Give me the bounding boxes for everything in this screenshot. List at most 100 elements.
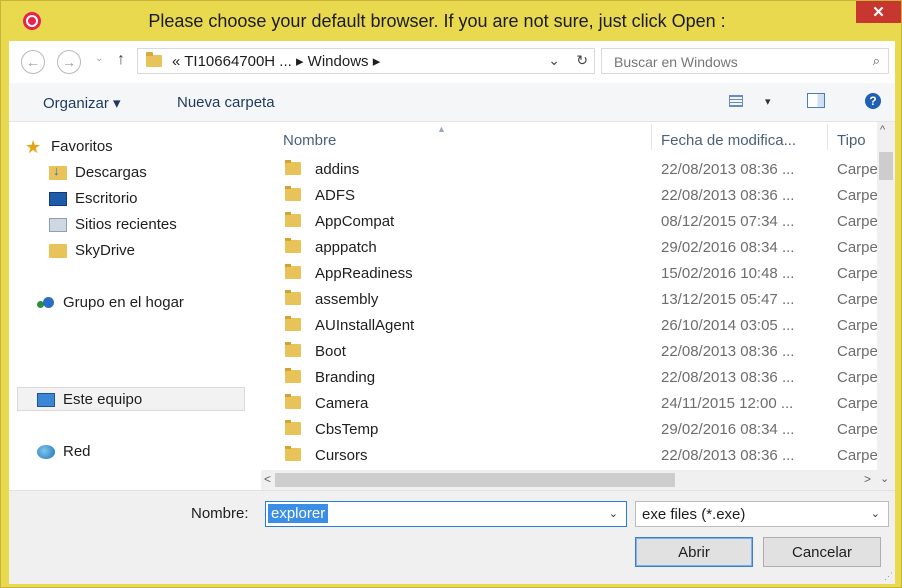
horizontal-scrollbar[interactable]: < > — [261, 470, 877, 490]
table-row[interactable]: Branding 22/08/2013 08:36 ... Carpet — [261, 364, 882, 390]
search-box[interactable]: ⌕ — [601, 48, 889, 74]
table-row[interactable]: addins 22/08/2013 08:36 ... Carpet — [261, 156, 883, 182]
table-row[interactable]: Camera 24/11/2015 12:00 ... Carpet — [261, 390, 883, 416]
nav-item-recent-places[interactable]: Sitios recientes — [49, 216, 177, 233]
file-type: Carpet — [837, 395, 883, 412]
up-folder-button[interactable]: ↑ — [117, 51, 125, 69]
file-type: Carpet — [837, 239, 883, 256]
file-name[interactable]: ADFS — [315, 187, 355, 204]
file-name[interactable]: Camera — [315, 395, 368, 412]
table-row[interactable]: AppReadiness 15/02/2016 10:48 ... Carpet — [261, 260, 883, 286]
nav-homegroup-label: Grupo en el hogar — [63, 294, 184, 311]
folder-icon — [285, 264, 301, 279]
resize-grip-icon[interactable]: ⋰ — [884, 571, 893, 582]
address-bar[interactable]: « TI10664700H ... ▸ Windows ▸ ⌄ ↻ — [137, 48, 595, 74]
file-name[interactable]: Cursors — [315, 447, 368, 464]
file-date: 22/08/2013 08:36 ... — [661, 343, 795, 360]
file-name[interactable]: CbsTemp — [315, 421, 378, 438]
file-name[interactable]: Boot — [315, 343, 346, 360]
file-name[interactable]: AppCompat — [315, 213, 394, 230]
network-icon — [37, 444, 55, 459]
nav-network-label: Red — [63, 443, 91, 460]
horizontal-scroll-thumb[interactable] — [275, 473, 675, 487]
recent-locations-dropdown[interactable]: ⌄ — [95, 53, 103, 64]
open-button[interactable]: Abrir — [635, 537, 753, 567]
table-row[interactable]: Cursors 22/08/2013 08:36 ... Carpet — [261, 442, 883, 468]
nav-homegroup[interactable]: Grupo en el hogar — [37, 294, 184, 311]
file-name[interactable]: assembly — [315, 291, 378, 308]
cancel-button[interactable]: Cancelar — [763, 537, 881, 567]
nav-favorites-label: Favoritos — [51, 138, 113, 155]
column-header-name[interactable]: Nombre — [283, 132, 336, 149]
nav-item-label: Descargas — [75, 164, 147, 181]
scroll-right-arrow-icon[interactable]: > — [864, 472, 871, 486]
file-name[interactable]: AppReadiness — [315, 265, 413, 282]
chevron-down-icon[interactable]: ⌄ — [609, 507, 618, 520]
address-dropdown-button[interactable]: ⌄ — [548, 52, 560, 69]
title-bar: Please choose your default browser. If y… — [1, 1, 902, 41]
command-bar: Organizar ▾ Nueva carpeta ▾ ? — [9, 83, 895, 122]
back-button[interactable]: ← — [21, 50, 45, 74]
file-name[interactable]: AUInstallAgent — [315, 317, 414, 334]
folder-icon — [285, 290, 301, 305]
file-name[interactable]: apppatch — [315, 239, 377, 256]
scroll-up-arrow-icon[interactable]: ^ — [880, 124, 885, 136]
forward-button[interactable]: → — [57, 50, 81, 74]
file-date: 22/08/2013 08:36 ... — [661, 447, 795, 464]
filename-label: Nombre: — [191, 505, 249, 522]
column-header-type[interactable]: Tipo — [837, 132, 866, 149]
file-name[interactable]: Branding — [315, 369, 375, 386]
search-input[interactable] — [612, 53, 856, 71]
column-header-date[interactable]: Fecha de modifica... — [661, 132, 796, 149]
filename-input[interactable]: explorer ⌄ — [265, 501, 627, 527]
chevron-down-icon[interactable]: ⌄ — [871, 507, 880, 520]
nav-this-pc-label: Este equipo — [63, 391, 143, 408]
help-icon[interactable]: ? — [865, 93, 881, 109]
nav-favorites[interactable]: ★ Favoritos — [25, 138, 113, 156]
file-date: 22/08/2013 08:36 ... — [661, 161, 795, 178]
sort-ascending-icon: ▲ — [437, 124, 446, 134]
file-type: Carpet — [837, 161, 883, 178]
nav-this-pc[interactable]: Este equipo — [37, 391, 142, 408]
file-type: Carpet — [837, 447, 883, 464]
file-type-select[interactable]: exe files (*.exe) ⌄ — [635, 501, 889, 527]
view-options-icon[interactable] — [729, 95, 743, 107]
table-row[interactable]: CbsTemp 29/02/2016 08:34 ... Carpet — [261, 416, 882, 442]
nav-item-downloads[interactable]: Descargas — [49, 163, 147, 181]
column-divider[interactable] — [651, 124, 652, 150]
close-button[interactable]: ✕ — [856, 1, 901, 23]
view-options-dropdown[interactable]: ▾ — [765, 95, 771, 108]
vertical-scrollbar[interactable]: ^ ⌄ — [877, 122, 895, 490]
filename-value[interactable]: explorer — [268, 504, 329, 523]
vertical-scroll-thumb[interactable] — [879, 152, 893, 180]
scroll-down-arrow-icon[interactable]: ⌄ — [880, 472, 889, 485]
nav-network[interactable]: Red — [37, 443, 91, 460]
table-row[interactable]: ADFS 22/08/2013 08:36 ... Carpet — [261, 182, 883, 208]
folder-icon — [285, 446, 301, 461]
file-name[interactable]: addins — [315, 161, 359, 178]
breadcrumb[interactable]: « TI10664700H ... ▸ Windows ▸ — [172, 52, 380, 70]
nav-item-desktop[interactable]: Escritorio — [49, 190, 138, 207]
folder-icon — [285, 316, 301, 331]
table-row[interactable]: assembly 13/12/2015 05:47 ... Carpet — [261, 286, 882, 312]
column-divider[interactable] — [827, 124, 828, 150]
table-row[interactable]: apppatch 29/02/2016 08:34 ... Carpet — [261, 234, 883, 260]
file-type: Carpet — [837, 265, 883, 282]
organize-button[interactable]: Organizar ▾ — [43, 94, 121, 112]
file-date: 29/02/2016 08:34 ... — [661, 239, 795, 256]
dialog-title: Please choose your default browser. If y… — [148, 11, 726, 31]
new-folder-button[interactable]: Nueva carpeta — [177, 94, 275, 111]
table-row[interactable]: AppCompat 08/12/2015 07:34 ... Carpet — [261, 208, 882, 234]
table-row[interactable]: Boot 22/08/2013 08:36 ... Carpet — [261, 338, 882, 364]
file-type: Carpet — [837, 187, 883, 204]
refresh-button[interactable]: ↻ — [576, 52, 588, 69]
folder-icon — [146, 52, 162, 67]
search-icon[interactable]: ⌕ — [873, 53, 880, 69]
preview-pane-icon[interactable] — [807, 93, 825, 108]
table-row[interactable]: AUInstallAgent 26/10/2014 03:05 ... Carpet — [261, 312, 882, 338]
computer-icon — [37, 392, 55, 407]
nav-item-skydrive[interactable]: SkyDrive — [49, 242, 135, 259]
scroll-left-arrow-icon[interactable]: < — [264, 472, 271, 486]
folder-icon — [285, 420, 301, 435]
file-date: 22/08/2013 08:36 ... — [661, 187, 795, 204]
